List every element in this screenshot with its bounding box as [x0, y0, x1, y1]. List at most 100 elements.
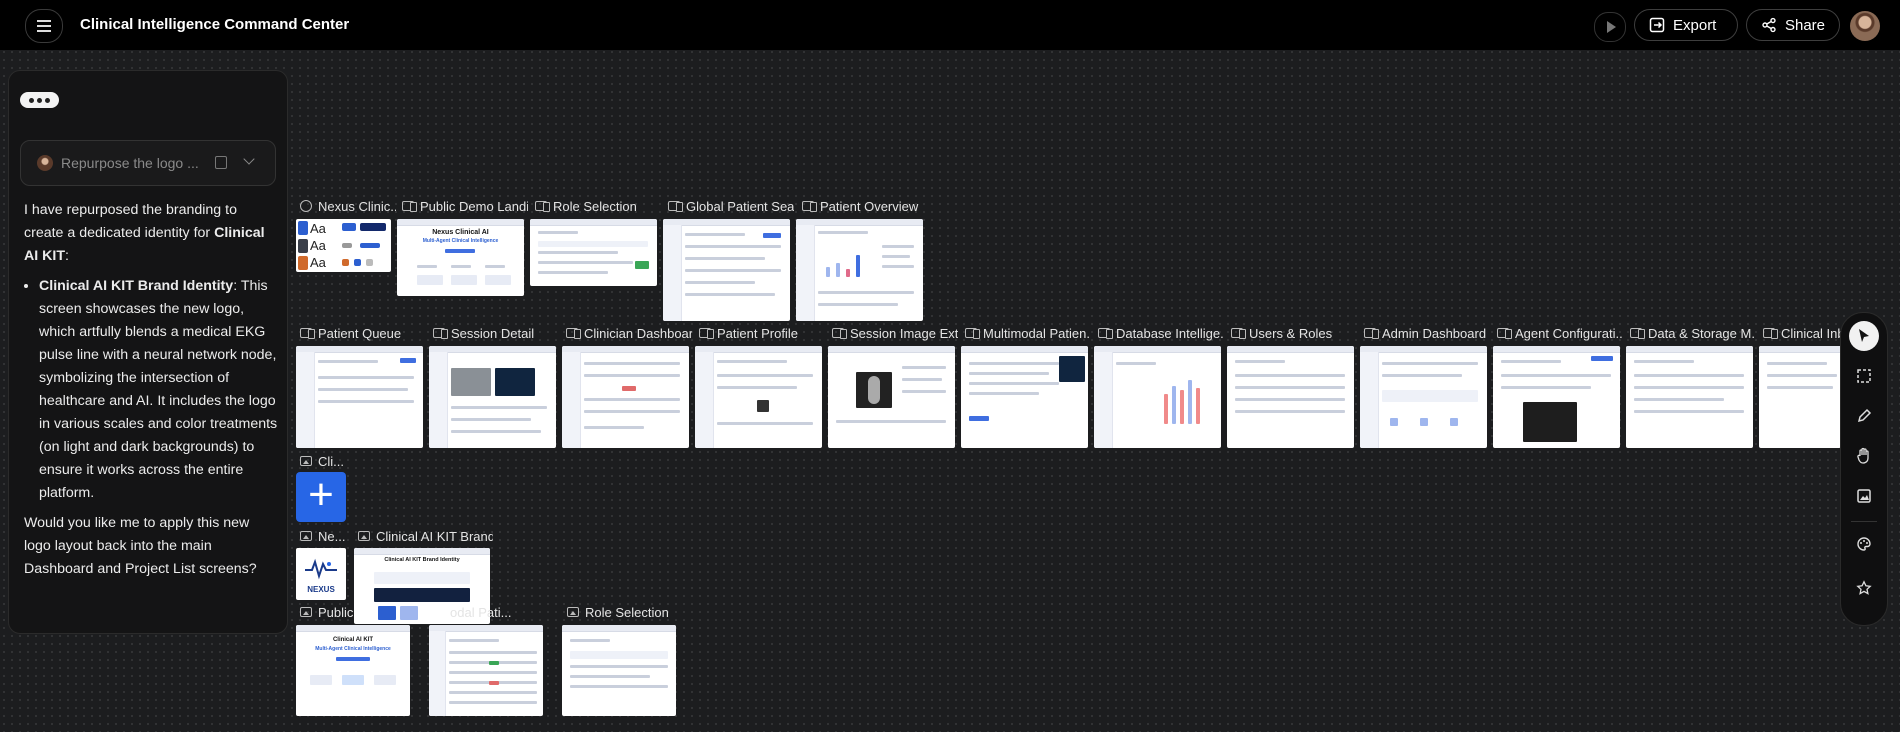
project-title: Clinical Intelligence Command Center [80, 16, 350, 33]
assistant-message: I have repurposed the branding to create… [24, 199, 278, 588]
frame-label[interactable]: Multimodal Patien... [965, 325, 1091, 341]
frame-title: Role Selection [585, 604, 669, 620]
brand-heading: Clinical AI KIT Brand Identity [384, 557, 460, 563]
star-icon [1856, 580, 1872, 595]
frame-thumbnail-clinical-inbox[interactable] [1759, 346, 1841, 448]
frame-label[interactable]: Public [300, 604, 354, 620]
frame-label[interactable]: Global Patient Sea... [668, 198, 794, 214]
message-bullet: Clinical AI KIT Brand Identity: This scr… [39, 275, 278, 505]
cursor-tool[interactable] [1849, 321, 1879, 351]
frame-thumbnail-data-storage[interactable] [1626, 346, 1753, 448]
frame-thumbnail-landing[interactable]: Nexus Clinical AI Multi-Agent Clinical I… [397, 219, 524, 296]
image-tool[interactable] [1849, 481, 1879, 511]
frame-label[interactable]: Clinical Inbo [1763, 325, 1841, 341]
frame-label[interactable]: Clinician Dashboard [566, 325, 692, 341]
frame-label[interactable]: Patient Queue [300, 325, 420, 341]
share-button[interactable]: Share [1746, 9, 1840, 41]
palette-tool[interactable] [1849, 529, 1879, 559]
frame-label[interactable]: Session Detail [433, 325, 553, 341]
pen-tool[interactable] [1849, 401, 1879, 431]
hand-tool[interactable] [1849, 441, 1879, 471]
landing-title: Nexus Clinical AI [432, 229, 489, 236]
frame-thumbnail-patient-profile[interactable] [695, 346, 822, 448]
frame-label[interactable]: Admin Dashboard [1364, 325, 1490, 341]
frame-title: Ne... [318, 528, 345, 544]
frame-label[interactable]: odal Pati... [450, 604, 542, 620]
share-label: Share [1784, 16, 1825, 34]
device-icon [699, 328, 714, 339]
device-icon [1231, 328, 1246, 339]
star-tool[interactable] [1849, 573, 1879, 603]
frame-thumbnail-patient-overview[interactable] [796, 219, 923, 321]
type-sample: Aa [310, 221, 326, 236]
device-icon [1497, 328, 1512, 339]
frame-thumbnail-clinician-dashboard[interactable] [562, 346, 689, 448]
frame-title: Session Detail [451, 325, 535, 341]
frame-thumbnail-global-search[interactable] [663, 219, 790, 321]
export-button[interactable]: Export [1634, 9, 1738, 41]
frame-thumbnail-role-selection[interactable] [530, 219, 657, 286]
frame-title: Nexus Clinic... [318, 198, 396, 214]
bullet-body: : This screen showcases the new logo, wh… [39, 278, 278, 501]
frame-thumbnail-public-landing[interactable]: Clinical AI KIT Multi-Agent Clinical Int… [296, 625, 410, 716]
image-icon [300, 456, 312, 466]
image-icon [567, 607, 579, 617]
palette-icon [300, 200, 312, 212]
user-avatar[interactable] [1850, 11, 1880, 41]
frame-thumbnail-multimodal[interactable] [961, 346, 1088, 448]
frame-label[interactable]: Clinical AI KIT Brand... [358, 528, 493, 544]
device-icon [535, 201, 550, 212]
chevron-down-icon[interactable] [243, 153, 255, 165]
select-area-icon [1857, 369, 1871, 383]
prompt-history-item[interactable]: Repurpose the logo ... [20, 140, 276, 186]
play-button[interactable] [1594, 12, 1626, 42]
bullet-title: Clinical AI KIT Brand Identity [39, 278, 234, 294]
device-icon [668, 201, 683, 212]
frame-label[interactable]: Cli... [300, 453, 345, 469]
add-asset-tile[interactable]: + [296, 472, 346, 522]
frame-thumbnail-admin-dashboard[interactable] [1360, 346, 1487, 448]
frame-label[interactable]: Public Demo Landi... [402, 198, 528, 214]
frame-title: Cli... [318, 453, 344, 469]
frame-thumbnail-multimodal-patient[interactable] [429, 625, 543, 716]
frame-label[interactable]: Session Image Ext... [832, 325, 958, 341]
landing-subtitle: Multi-Agent Clinical Intelligence [315, 646, 391, 652]
frame-label[interactable]: Nexus Clinic... [300, 198, 396, 214]
frame-thumbnail-users-roles[interactable] [1227, 346, 1354, 448]
frame-label[interactable]: Role Selection [567, 604, 687, 620]
cursor-icon [1859, 329, 1869, 342]
frame-thumbnail-agent-configuration[interactable] [1493, 346, 1620, 448]
frame-thumbnail-database-intelligence[interactable] [1094, 346, 1221, 448]
nexus-logo-text: NEXUS [307, 585, 335, 594]
select-area-tool[interactable] [1849, 361, 1879, 391]
frame-thumbnail-session-image[interactable] [828, 346, 955, 448]
nexus-logo-tile[interactable]: NEXUS [296, 548, 346, 600]
landing-subtitle: Multi-Agent Clinical Intelligence [422, 238, 499, 244]
frame-label[interactable]: Agent Configurati... [1497, 325, 1623, 341]
frame-label[interactable]: Data & Storage M... [1630, 325, 1756, 341]
user-avatar-small [37, 155, 53, 171]
device-icon [1364, 328, 1379, 339]
frame-title: Users & Roles [1249, 325, 1333, 341]
frame-title: Patient Profile [717, 325, 798, 341]
frame-label[interactable]: Patient Profile [699, 325, 825, 341]
plus-icon: + [308, 470, 334, 519]
palette-icon [1857, 537, 1871, 551]
prompt-text: Repurpose the logo ... [61, 155, 199, 171]
frame-title: Multimodal Patien... [983, 325, 1091, 341]
copy-icon[interactable] [215, 156, 227, 169]
menu-button[interactable] [25, 9, 63, 43]
frame-thumbnail-session-detail[interactable] [429, 346, 556, 448]
device-icon [965, 328, 980, 339]
frame-title: Data & Storage M... [1648, 325, 1756, 341]
frame-label[interactable]: Users & Roles [1231, 325, 1357, 341]
message-question: Would you like me to apply this new logo… [24, 515, 257, 577]
frame-label[interactable]: Ne... [300, 528, 345, 544]
frame-thumbnail-patient-queue[interactable] [296, 346, 423, 448]
image-icon [1857, 489, 1871, 503]
frame-thumbnail-brand[interactable]: Aa Aa Aa [296, 219, 391, 272]
frame-label[interactable]: Role Selection [535, 198, 661, 214]
frame-label[interactable]: Patient Overview [802, 198, 928, 214]
frame-thumbnail-role-selection-2[interactable] [562, 625, 676, 716]
frame-label[interactable]: Database Intellige... [1098, 325, 1224, 341]
